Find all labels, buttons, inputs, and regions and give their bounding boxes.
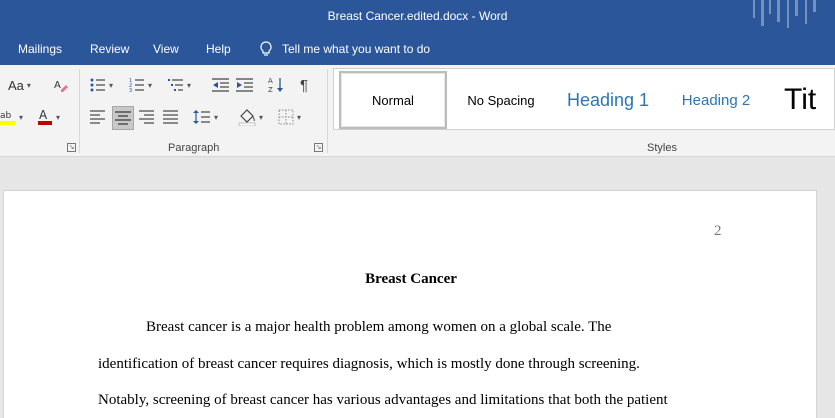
document-canvas[interactable]: 2 Breast Cancer Breast cancer is a major… <box>0 157 835 418</box>
tell-me-box[interactable]: Tell me what you want to do <box>259 41 430 57</box>
font-dialog-launcher[interactable]: ↘ <box>67 143 76 152</box>
paragraph-dialog-launcher[interactable]: ↘ <box>314 143 323 152</box>
tell-me-text: Tell me what you want to do <box>282 42 431 56</box>
font-color-icon: A <box>38 108 52 125</box>
align-center-button[interactable] <box>112 106 134 130</box>
svg-text:3: 3 <box>129 88 132 93</box>
borders-button[interactable]: ▾ <box>278 106 301 128</box>
bullets-button[interactable]: ▾ <box>90 74 113 96</box>
paint-bucket-icon <box>238 109 256 126</box>
show-formatting-button[interactable]: ¶ <box>300 74 308 96</box>
chevron-down-icon: ▾ <box>109 80 114 90</box>
lightbulb-icon <box>260 41 272 56</box>
multilevel-list-button[interactable]: ▾ <box>168 74 191 96</box>
style-normal[interactable]: Normal <box>339 71 447 129</box>
svg-text:A: A <box>39 108 48 122</box>
change-case-label: Aa <box>8 77 24 93</box>
sort-button[interactable]: AZ <box>268 74 284 96</box>
style-heading-1[interactable]: Heading 1 <box>556 71 660 129</box>
page-number: 2 <box>714 223 722 239</box>
window-title: Breast Cancer.edited.docx - Word <box>327 9 508 23</box>
line-spacing-button[interactable]: ▾ <box>193 106 218 128</box>
title-bar-pattern <box>753 0 816 28</box>
align-center-icon <box>115 111 131 125</box>
eraser-icon: A <box>54 80 68 92</box>
svg-text:ab: ab <box>0 111 12 121</box>
chevron-down-icon: ▾ <box>56 112 61 122</box>
multilevel-list-icon <box>168 79 183 91</box>
bullets-icon <box>90 78 105 92</box>
ribbon-tabs: Mailings Review View Help Tell me what y… <box>0 33 835 65</box>
pilcrow-icon: ¶ <box>300 76 309 94</box>
tab-help[interactable]: Help <box>206 42 231 56</box>
justify-icon <box>163 110 178 124</box>
style-heading-2[interactable]: Heading 2 <box>668 71 764 129</box>
styles-group-label: Styles <box>647 142 677 154</box>
align-left-icon <box>90 110 105 124</box>
shading-button[interactable]: ▾ <box>238 106 263 128</box>
align-right-button[interactable] <box>139 106 155 128</box>
paragraph-group-label: Paragraph <box>168 142 220 154</box>
clear-formatting-button[interactable]: A <box>53 74 69 96</box>
style-no-spacing-label: No Spacing <box>467 92 535 108</box>
chevron-down-icon: ▾ <box>187 80 192 90</box>
title-bar: Breast Cancer.edited.docx - Word <box>0 0 835 33</box>
paragraph-line: Notably, screening of breast cancer has … <box>98 392 668 408</box>
paragraph-line: Breast cancer is a major health problem … <box>146 319 612 335</box>
group-separator <box>327 69 328 153</box>
home-ribbon: Aa ▾ A ab ▾ A ▾ ↘ ▾ 123 ▾ ▾ A Z ¶ ▾ ▾ ▾ … <box>0 65 835 157</box>
numbering-button[interactable]: 123 ▾ <box>129 74 152 96</box>
line-spacing-icon <box>193 110 210 124</box>
tab-review[interactable]: Review <box>90 42 129 56</box>
style-title[interactable]: Tit <box>784 71 835 129</box>
style-normal-label: Normal <box>372 92 414 108</box>
decrease-indent-button[interactable] <box>212 74 230 96</box>
style-heading-1-label: Heading 1 <box>566 89 650 110</box>
style-title-label: Tit <box>784 83 817 116</box>
justify-button[interactable] <box>163 106 179 128</box>
paragraph-line: identification of breast cancer requires… <box>98 356 640 372</box>
change-case-button[interactable]: Aa ▾ <box>8 74 31 96</box>
chevron-down-icon: ▾ <box>259 112 264 122</box>
chevron-down-icon: ▾ <box>26 80 31 90</box>
decrease-indent-icon <box>212 78 229 92</box>
document-title: Breast Cancer <box>365 271 457 287</box>
sort-icon: AZ <box>268 77 283 94</box>
chevron-down-icon: ▾ <box>148 80 153 90</box>
style-no-spacing[interactable]: No Spacing <box>454 71 548 129</box>
highlighter-icon: ab <box>0 111 15 125</box>
svg-text:Z: Z <box>268 86 273 94</box>
highlight-color-button[interactable]: ab ▾ <box>0 106 23 128</box>
styles-gallery: Normal No Spacing Heading 1 Heading 2 Ti… <box>333 68 835 130</box>
align-right-icon <box>139 110 154 124</box>
chevron-down-icon: ▾ <box>19 112 24 122</box>
align-left-button[interactable] <box>90 106 106 128</box>
tab-mailings[interactable]: Mailings <box>18 42 62 56</box>
svg-text:A: A <box>54 80 61 91</box>
increase-indent-icon <box>236 78 253 92</box>
numbering-icon: 123 <box>129 78 144 93</box>
borders-icon <box>278 109 294 125</box>
style-heading-2-label: Heading 2 <box>681 91 751 109</box>
chevron-down-icon: ▾ <box>214 112 219 122</box>
svg-text:A: A <box>268 77 273 85</box>
font-color-button[interactable]: A ▾ <box>37 106 60 128</box>
document-page[interactable]: 2 Breast Cancer Breast cancer is a major… <box>3 190 817 418</box>
group-separator <box>79 69 80 153</box>
increase-indent-button[interactable] <box>236 74 254 96</box>
chevron-down-icon: ▾ <box>297 112 302 122</box>
tab-view[interactable]: View <box>153 42 179 56</box>
